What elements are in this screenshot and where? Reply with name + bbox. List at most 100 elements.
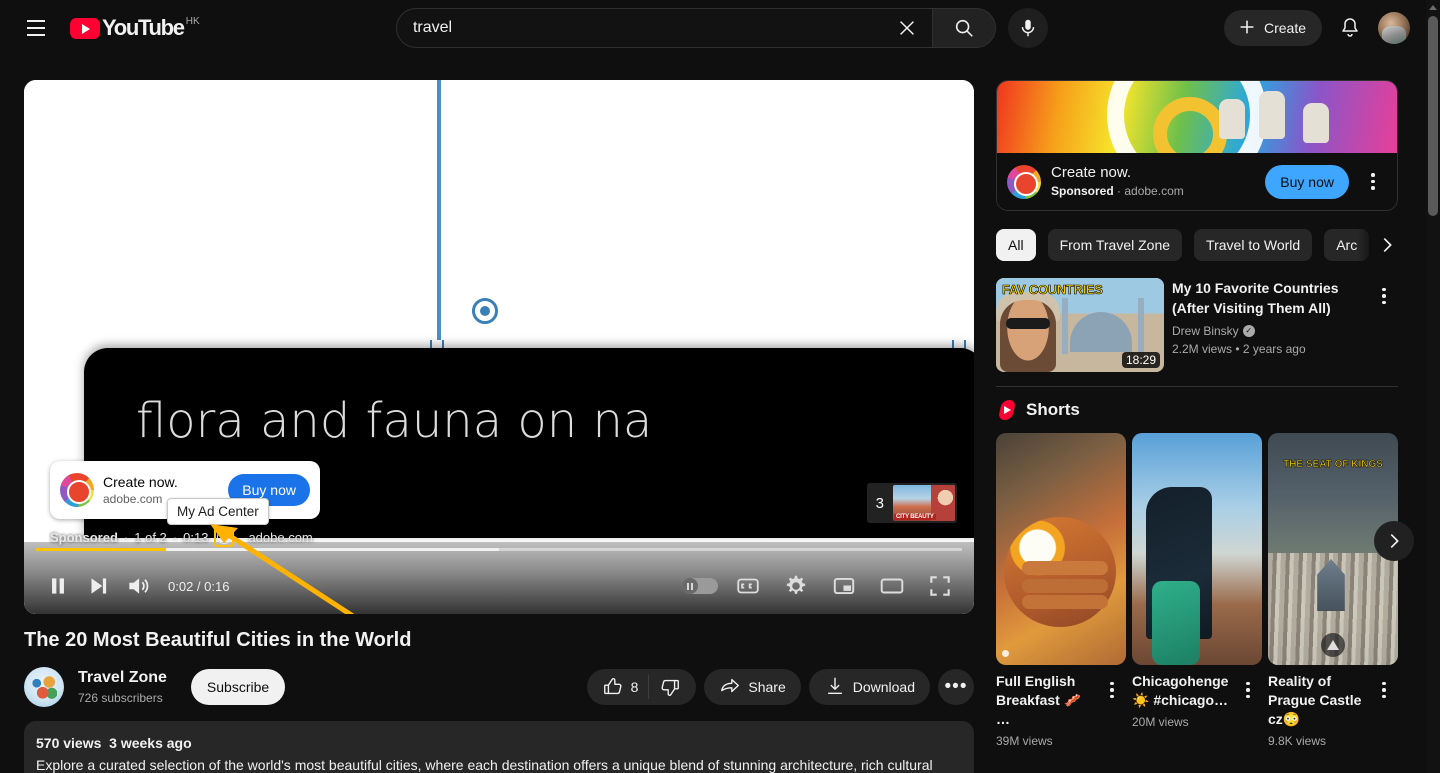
gear-icon[interactable] xyxy=(776,566,816,606)
adobe-creative-cloud-icon xyxy=(60,473,94,507)
filter-chips-row: All From Travel Zone Travel to World Arc xyxy=(996,229,1398,261)
short-item-2[interactable]: Chicagohenge ☀️ #chicago… 20M views xyxy=(1132,433,1262,750)
bell-icon[interactable] xyxy=(1330,8,1370,48)
channel-name[interactable]: Travel Zone xyxy=(78,667,167,689)
up-next-thumbnail: CITY BEAUTY xyxy=(893,485,955,521)
shorts-grid: Full English Breakfast 🥓 … 39M views Chi… xyxy=(996,433,1414,750)
short-item-1[interactable]: Full English Breakfast 🥓 … 39M views xyxy=(996,433,1126,750)
sidebar-ad[interactable]: Create now. Sponsored · adobe.com Buy no… xyxy=(996,80,1398,211)
advertiser-url[interactable]: adobe.com xyxy=(248,530,312,545)
masthead: YouTube HK Create xyxy=(0,0,1426,56)
published-date: 3 weeks ago xyxy=(109,735,192,751)
youtube-wordmark: YouTube xyxy=(102,15,185,40)
thumbs-down-icon[interactable] xyxy=(659,676,681,698)
recommended-channel-name: Drew Binsky xyxy=(1172,324,1239,338)
pause-icon[interactable] xyxy=(38,566,78,606)
share-button[interactable]: Share xyxy=(704,669,801,705)
short-views-3: 9.8K views xyxy=(1268,734,1327,748)
short-text-1: Full English Breakfast 🥓 … 39M views xyxy=(996,672,1096,750)
up-next-thumb-label: CITY BEAUTY xyxy=(894,514,936,520)
plus-icon xyxy=(1236,16,1258,41)
recommended-video-item[interactable]: FAV COUNTRIES 18:29 My 10 Favorite Count… xyxy=(996,278,1398,372)
action-divider xyxy=(648,675,650,699)
recommended-video-channel[interactable]: Drew Binsky ✓ xyxy=(1172,322,1360,340)
closed-captions-icon[interactable] xyxy=(728,566,768,606)
channel-avatar[interactable] xyxy=(24,667,64,707)
short-text-2: Chicagohenge ☀️ #chicago… 20M views xyxy=(1132,672,1232,731)
miniplayer-icon[interactable] xyxy=(824,566,864,606)
next-video-icon[interactable] xyxy=(78,566,118,606)
sponsor-sep-1: · xyxy=(123,529,129,545)
ad-time-remaining: 0:13 xyxy=(183,529,209,545)
more-actions-button[interactable]: ••• xyxy=(938,669,974,705)
hamburger-icon[interactable] xyxy=(16,8,56,48)
kebab-menu-icon[interactable] xyxy=(1098,672,1126,708)
volume-icon[interactable] xyxy=(118,566,158,606)
download-button[interactable]: Download xyxy=(808,669,930,705)
sidebar-ad-cta-button[interactable]: Buy now xyxy=(1265,164,1349,199)
autoplay-toggle[interactable] xyxy=(680,566,720,606)
sponsored-label: Sponsored xyxy=(50,529,118,545)
up-next-preview[interactable]: 3 CITY BEAUTY xyxy=(866,483,957,523)
page-scrollbar[interactable] xyxy=(1426,0,1440,773)
video-actions: 8 Share Download ••• xyxy=(586,669,974,705)
avatar[interactable] xyxy=(1378,12,1410,44)
short-thumbnail-1 xyxy=(996,433,1126,665)
kebab-menu-icon[interactable] xyxy=(1370,672,1398,708)
shorts-next-button[interactable] xyxy=(1374,521,1414,561)
create-button-label: Create xyxy=(1263,20,1306,36)
progress-played xyxy=(36,548,166,551)
recommended-views: 2.2M views xyxy=(1172,342,1233,356)
search-box[interactable] xyxy=(395,8,932,48)
shorts-heading: Shorts xyxy=(1026,400,1080,419)
banner-figure-3 xyxy=(1303,103,1329,143)
short-watermark-icon xyxy=(1321,633,1345,657)
progress-bar[interactable] xyxy=(36,548,962,551)
short-tagline-3: THE SEAT OF KINGS xyxy=(1283,459,1383,471)
description-text: Explore a curated selection of the world… xyxy=(36,757,933,773)
thumb-minaret-left xyxy=(1062,298,1068,354)
share-icon xyxy=(719,675,741,700)
short-title-3: Reality of Prague Castle cz😳 xyxy=(1268,673,1362,727)
youtube-logo[interactable]: YouTube HK xyxy=(70,16,200,40)
microphone-icon[interactable] xyxy=(1007,8,1048,48)
create-button[interactable]: Create xyxy=(1223,10,1322,46)
sidebar-ad-subtitle: Sponsored · adobe.com xyxy=(1051,183,1255,200)
secondary-column: Create now. Sponsored · adobe.com Buy no… xyxy=(996,80,1414,750)
page-title: The 20 Most Beautiful Cities in the Worl… xyxy=(24,629,412,651)
thumbs-up-icon[interactable]: 8 xyxy=(602,676,638,698)
short-item-3[interactable]: THE SEAT OF KINGS Reality of Prague Cast… xyxy=(1268,433,1398,750)
thumb-person-sunglasses xyxy=(1006,318,1050,329)
subscribe-button[interactable]: Subscribe xyxy=(190,669,286,705)
kebab-menu-icon[interactable] xyxy=(1234,672,1262,708)
info-icon[interactable]: i xyxy=(214,527,235,547)
filter-chip-all[interactable]: All xyxy=(996,229,1036,261)
search-input[interactable] xyxy=(412,19,890,37)
video-meta-row: Travel Zone 726 subscribers Subscribe 8 xyxy=(24,665,974,709)
scroll-up-arrow[interactable] xyxy=(1426,0,1440,14)
short-info-2: Chicagohenge ☀️ #chicago… 20M views xyxy=(1132,672,1262,731)
fullscreen-icon[interactable] xyxy=(920,566,960,606)
sidebar-ad-text: Create now. Sponsored · adobe.com xyxy=(1051,163,1255,200)
sidebar-ad-url: adobe.com xyxy=(1124,184,1184,198)
theater-mode-icon[interactable] xyxy=(872,566,912,606)
search-icon[interactable] xyxy=(931,8,996,48)
close-icon[interactable] xyxy=(890,11,924,45)
scrollbar-thumb[interactable] xyxy=(1428,16,1438,216)
description-stats: 570 views 3 weeks ago xyxy=(36,733,962,753)
video-player[interactable]: flora and fauna on na Create now. adobe.… xyxy=(24,80,974,614)
short-text-3: Reality of Prague Castle cz😳 9.8K views xyxy=(1268,672,1368,750)
country-code: HK xyxy=(185,16,200,27)
filter-chip-travel-to-world[interactable]: Travel to World xyxy=(1194,229,1313,261)
short-indicator-dot xyxy=(1002,650,1009,657)
short-views-1: 39M views xyxy=(996,734,1053,748)
masthead-right: Create xyxy=(1223,8,1426,48)
chevron-right-icon[interactable] xyxy=(1358,229,1398,261)
kebab-menu-icon[interactable] xyxy=(1370,278,1398,314)
description-box[interactable]: 570 views 3 weeks ago Explore a curated … xyxy=(24,721,974,773)
adobe-creative-cloud-icon xyxy=(1007,164,1041,199)
sponsor-sep-2: · xyxy=(172,529,178,545)
recommended-separator: • xyxy=(1235,342,1240,356)
filter-chip-from-travel-zone[interactable]: From Travel Zone xyxy=(1047,229,1183,261)
kebab-menu-icon[interactable] xyxy=(1359,164,1387,200)
